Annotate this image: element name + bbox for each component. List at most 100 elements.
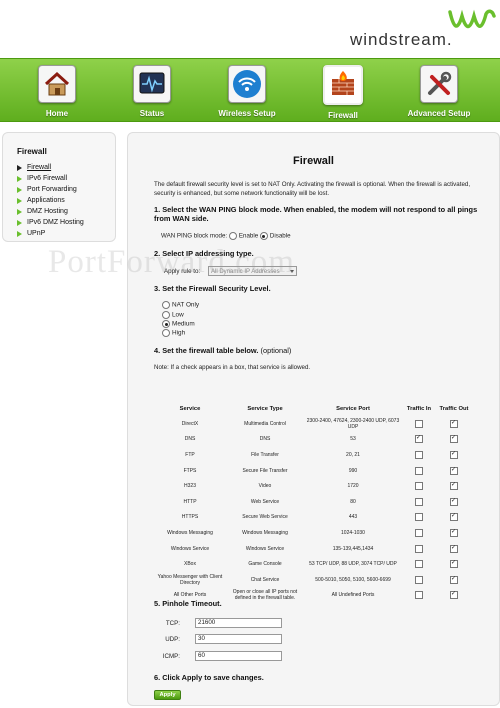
sidebar-item-ipv6-dmz-hosting[interactable]: IPv6 DMZ Hosting: [17, 217, 115, 228]
apply-button[interactable]: Apply: [154, 690, 181, 700]
traffic-in-checkbox[interactable]: [415, 497, 423, 506]
nav-advanced-setup[interactable]: Advanced Setup: [398, 61, 480, 119]
wan-ping-row: WAN PING block mode: Enable Disable: [161, 232, 291, 240]
traffic-in-cell: [402, 463, 436, 479]
udp-timeout-input[interactable]: 30: [195, 634, 282, 644]
arrow-right-icon: [17, 198, 22, 204]
level-radio[interactable]: [162, 311, 170, 319]
traffic-in-checkbox[interactable]: [415, 560, 423, 569]
ping-disable-radio[interactable]: [259, 232, 268, 240]
wan-ping-label: WAN PING block mode:: [161, 232, 228, 240]
service-cell: Windows Messaging: [167, 529, 213, 536]
level-radio[interactable]: [162, 329, 170, 337]
sidebar-title: Firewall: [17, 147, 47, 156]
traffic-out-checkbox[interactable]: [450, 450, 458, 459]
arrow-right-icon: [17, 176, 22, 182]
service-type-cell: Chat Service: [250, 576, 280, 583]
level-medium[interactable]: Medium: [162, 320, 195, 328]
service-cell: HTTP: [183, 498, 197, 505]
traffic-in-cell: [402, 572, 436, 588]
traffic-out-checkbox[interactable]: [450, 528, 458, 537]
nav-wireless-setup[interactable]: Wireless Setup: [206, 61, 288, 119]
traffic-in-cell: [402, 432, 436, 448]
service-type-cell: Windows Messaging: [242, 529, 288, 536]
windstream-logo-icon: [448, 9, 496, 29]
traffic-in-cell: [402, 510, 436, 526]
traffic-out-cell: [436, 525, 472, 541]
traffic-in-cell: [402, 494, 436, 510]
traffic-in-checkbox[interactable]: [415, 450, 423, 459]
nav-status-label: Status: [139, 109, 165, 118]
firewall-table: Service Service Type Service Port Traffi…: [154, 388, 472, 603]
traffic-in-cell: [402, 556, 436, 572]
level-radio[interactable]: [162, 301, 170, 309]
traffic-out-checkbox[interactable]: [450, 559, 458, 569]
traffic-in-checkbox[interactable]: [415, 482, 423, 491]
level-radio[interactable]: [162, 320, 170, 328]
traffic-in-checkbox[interactable]: [415, 466, 423, 475]
traffic-in-checkbox[interactable]: [415, 528, 423, 537]
sidebar-item-port-forwarding[interactable]: Port Forwarding: [17, 184, 115, 195]
nav-firewall[interactable]: Firewall: [302, 61, 384, 120]
sidebar-item-firewall[interactable]: Firewall: [17, 162, 115, 173]
table-row: H323 Video 1720: [154, 478, 472, 494]
nav-home[interactable]: Home: [16, 61, 98, 119]
service-type-cell: File Transfer: [251, 451, 279, 458]
traffic-out-checkbox[interactable]: [450, 497, 458, 506]
traffic-in-checkbox[interactable]: [415, 513, 423, 522]
traffic-in-checkbox[interactable]: [415, 434, 423, 444]
sidebar-item-upnp[interactable]: UPnP: [17, 228, 115, 239]
service-type-cell: Web Service: [250, 498, 280, 505]
col-traffic-out: Traffic Out: [439, 406, 469, 412]
service-type-cell: Video: [258, 483, 272, 490]
watermark: PortForward.com: [48, 244, 295, 280]
step-4-heading: 4. Set the firewall table below. (option…: [154, 346, 292, 355]
service-type-cell: Secure Web Service: [242, 514, 288, 521]
sidebar-item-ipv6-firewall[interactable]: IPv6 Firewall: [17, 173, 115, 184]
sidebar-item-dmz-hosting[interactable]: DMZ Hosting: [17, 206, 115, 217]
traffic-out-checkbox[interactable]: [450, 544, 458, 553]
sidebar-item-applications[interactable]: Applications: [17, 195, 115, 206]
nav-wireless-setup-label: Wireless Setup: [218, 109, 276, 118]
traffic-out-checkbox[interactable]: [450, 466, 458, 475]
traffic-out-checkbox[interactable]: [450, 434, 458, 444]
nav-status[interactable]: Status: [111, 61, 193, 119]
icmp-label: ICMP:: [162, 653, 180, 660]
traffic-out-checkbox[interactable]: [450, 512, 458, 522]
traffic-out-checkbox[interactable]: [450, 481, 458, 491]
traffic-out-cell: [436, 541, 472, 557]
step-3-heading: 3. Set the Firewall Security Level.: [154, 284, 271, 293]
traffic-in-checkbox[interactable]: [415, 544, 423, 553]
step-4-optional: (optional): [260, 346, 292, 355]
sidebar: Firewall Firewall IPv6 Firewall Port For…: [2, 132, 116, 242]
ping-enable-label: Enable: [238, 232, 259, 240]
traffic-out-cell: [436, 416, 472, 432]
tools-icon: [420, 65, 458, 103]
level-high[interactable]: High: [162, 329, 185, 337]
arrow-right-icon: [17, 231, 22, 237]
icmp-timeout-input[interactable]: 60: [195, 651, 282, 661]
arrow-right-icon: [17, 220, 22, 226]
top-navigation: Home Status Wireless Setup Firewall Adva…: [0, 58, 500, 122]
traffic-out-cell: [436, 494, 472, 510]
level-low[interactable]: Low: [162, 311, 184, 319]
ping-enable-radio[interactable]: [228, 232, 237, 240]
traffic-out-checkbox[interactable]: [450, 419, 458, 428]
tcp-timeout-input[interactable]: 21600: [195, 618, 282, 628]
service-type-cell: Multimedia Control: [244, 420, 286, 427]
table-row: Yahoo Messenger with Client Directory Cha…: [154, 572, 472, 588]
traffic-in-cell: [402, 447, 436, 463]
service-port-cell: 1024-1030: [341, 529, 365, 536]
traffic-in-cell: [402, 525, 436, 541]
service-type-cell: DNS: [259, 436, 271, 443]
traffic-in-checkbox[interactable]: [415, 575, 423, 584]
traffic-out-checkbox[interactable]: [450, 575, 458, 584]
level-nat-only[interactable]: NAT Only: [162, 301, 199, 309]
service-cell: DirectX: [181, 420, 199, 427]
traffic-in-checkbox[interactable]: [415, 419, 423, 428]
service-port-cell: 53: [350, 436, 356, 443]
main-panel: Firewall The default firewall security l…: [127, 132, 500, 706]
tcp-label: TCP:: [165, 620, 180, 627]
service-port-cell: 443: [348, 514, 358, 521]
service-type-cell: Secure File Transfer: [242, 467, 288, 474]
